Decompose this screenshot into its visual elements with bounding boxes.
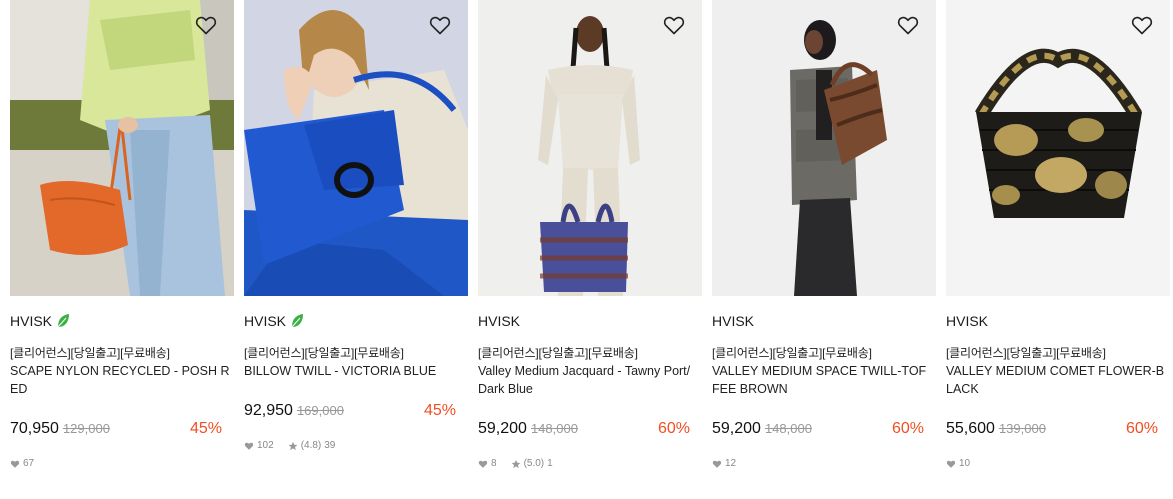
wishlist-heart-icon[interactable] — [896, 13, 920, 37]
product-name[interactable]: Valley Medium Jacquard - Tawny Port/Dark… — [478, 362, 698, 398]
price-row: 70,950 129,000 45% — [10, 420, 222, 438]
leaf-icon — [57, 314, 70, 328]
review-count: 1 — [547, 458, 553, 469]
like-count: 102 — [257, 440, 274, 451]
product-stats: 10 — [946, 458, 970, 469]
sale-price: 92,950 — [244, 402, 293, 419]
original-price: 148,000 — [530, 421, 578, 436]
brand-name[interactable]: HVISK — [712, 313, 754, 329]
sale-price: 70,950 — [10, 420, 59, 437]
heart-filled-icon — [478, 460, 488, 468]
sale-price: 59,200 — [478, 420, 527, 437]
original-price: 169,000 — [296, 403, 344, 418]
discount-rate: 60% — [1125, 420, 1158, 437]
product-card[interactable]: HVISK [클리어런스][당일출고][무료배송] VALLEY MEDIUM … — [946, 0, 1170, 499]
discount-rate: 45% — [423, 402, 456, 419]
price-row: 59,200 148,000 60% — [712, 420, 924, 438]
heart-filled-icon — [244, 442, 254, 450]
original-price: 129,000 — [62, 421, 110, 436]
discount-rate: 60% — [657, 420, 690, 437]
like-count: 8 — [491, 458, 497, 469]
rating-score: (4.8) — [300, 440, 322, 451]
promo-tags: [클리어런스][당일출고][무료배송] — [244, 346, 404, 360]
product-image[interactable] — [244, 0, 468, 296]
review-count: 39 — [324, 440, 336, 451]
brand-name[interactable]: HVISK — [478, 313, 520, 329]
heart-filled-icon — [712, 460, 722, 468]
wishlist-heart-icon[interactable] — [194, 13, 218, 37]
star-icon — [288, 441, 298, 450]
product-stats: 67 — [10, 458, 34, 469]
heart-filled-icon — [10, 460, 20, 468]
brand-name[interactable]: HVISK — [244, 313, 304, 329]
discount-rate: 45% — [189, 420, 222, 437]
leaf-icon — [291, 314, 304, 328]
product-image[interactable] — [10, 0, 234, 296]
sale-price: 55,600 — [946, 420, 995, 437]
brand-name[interactable]: HVISK — [10, 313, 70, 329]
price-row: 59,200 148,000 60% — [478, 420, 690, 438]
product-card[interactable]: HVISK [클리어런스][당일출고][무료배송] Valley Medium … — [478, 0, 702, 499]
discount-rate: 60% — [891, 420, 924, 437]
original-price: 139,000 — [998, 421, 1046, 436]
wishlist-heart-icon[interactable] — [428, 13, 452, 37]
price-row: 92,950 169,000 45% — [244, 402, 456, 420]
rating-score: (5.0) — [523, 458, 545, 469]
star-icon — [511, 459, 520, 468]
promo-tags: [클리어런스][당일출고][무료배송] — [478, 346, 638, 360]
product-card[interactable]: HVISK [클리어런스][당일출고][무료배송] SCAPE NYLON RE… — [10, 0, 234, 499]
product-image[interactable] — [478, 0, 702, 296]
wishlist-heart-icon[interactable] — [1130, 13, 1154, 37]
product-stats: 8 (5.0) 1 — [478, 458, 553, 469]
price-row: 55,600 139,000 60% — [946, 420, 1158, 438]
wishlist-heart-icon[interactable] — [662, 13, 686, 37]
heart-filled-icon — [946, 460, 956, 468]
product-name[interactable]: VALLEY MEDIUM SPACE TWILL-TOFFEE BROWN — [712, 362, 932, 398]
product-stats: 12 — [712, 458, 736, 469]
like-count: 67 — [23, 458, 35, 469]
product-name[interactable]: VALLEY MEDIUM COMET FLOWER-BLACK — [946, 362, 1166, 398]
brand-name[interactable]: HVISK — [946, 313, 988, 329]
product-image[interactable] — [712, 0, 936, 296]
product-grid: HVISK [클리어런스][당일출고][무료배송] SCAPE NYLON RE… — [0, 0, 1173, 499]
like-count: 10 — [959, 458, 971, 469]
product-stats: 102 (4.8) 39 — [244, 440, 335, 451]
promo-tags: [클리어런스][당일출고][무료배송] — [712, 346, 872, 360]
product-card[interactable]: HVISK [클리어런스][당일출고][무료배송] VALLEY MEDIUM … — [712, 0, 936, 499]
like-count: 12 — [725, 458, 737, 469]
original-price: 148,000 — [764, 421, 812, 436]
promo-tags: [클리어런스][당일출고][무료배송] — [10, 346, 170, 360]
product-card[interactable]: HVISK [클리어런스][당일출고][무료배송] BILLOW TWILL -… — [244, 0, 468, 499]
product-image[interactable] — [946, 0, 1170, 296]
product-name[interactable]: SCAPE NYLON RECYCLED - POSH RED — [10, 362, 230, 398]
product-name[interactable]: BILLOW TWILL - VICTORIA BLUE — [244, 362, 464, 380]
promo-tags: [클리어런스][당일출고][무료배송] — [946, 346, 1106, 360]
sale-price: 59,200 — [712, 420, 761, 437]
